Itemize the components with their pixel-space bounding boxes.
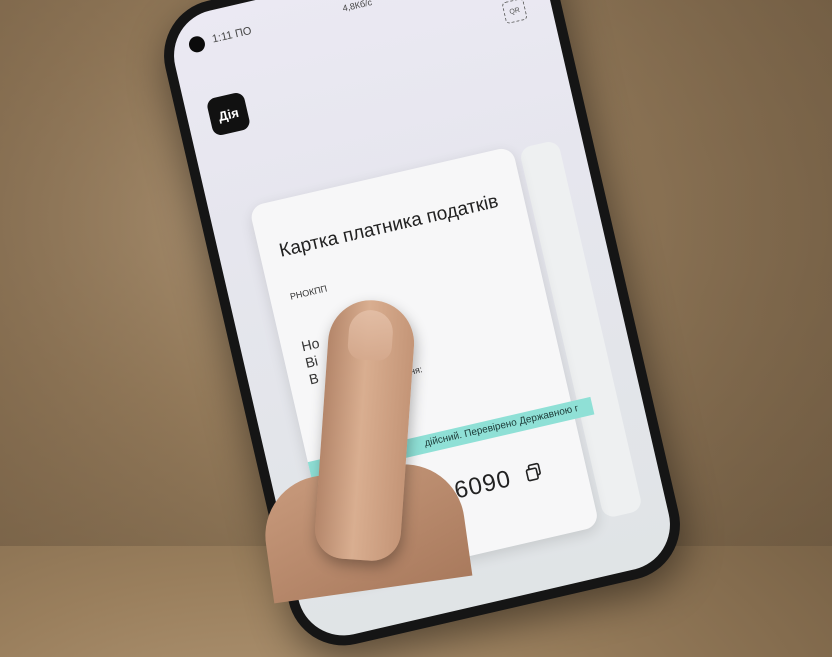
status-network-speed: 4,8Кб/с (341, 0, 373, 14)
finger (313, 297, 417, 563)
front-camera (187, 34, 207, 54)
qr-icon: QR (508, 6, 521, 16)
diia-logo[interactable]: Дія (205, 91, 252, 137)
card-subtitle: РНОКПП (289, 283, 329, 302)
bluetooth-icon: ✱ (388, 0, 400, 3)
card-title: Картка платника податків (277, 190, 501, 262)
status-icons: ✱ ⏰ ▮ ≋ ▭ (388, 0, 453, 3)
qr-scan-button[interactable]: QR (501, 0, 528, 25)
fingernail (346, 308, 395, 362)
copy-icon[interactable] (524, 462, 544, 483)
status-time: 1:11 ПО (210, 24, 253, 46)
